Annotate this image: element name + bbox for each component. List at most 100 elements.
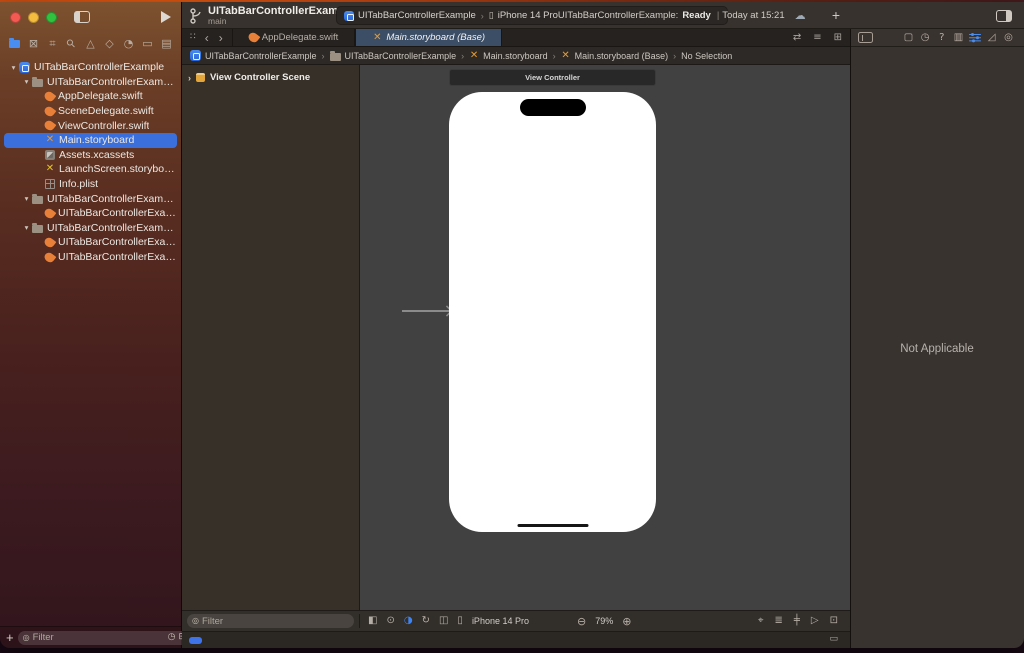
file-tree-item[interactable]: UITabBarControllerExample… xyxy=(4,250,177,265)
file-name: UITabBarControllerExample… xyxy=(58,207,177,219)
file-name: UITabBarControllerExample xyxy=(47,76,177,88)
file-tree-item[interactable]: ▾UITabBarControllerExampleUI… xyxy=(4,221,177,236)
progress-indicator xyxy=(189,637,202,644)
view-controller-header[interactable]: View Controller xyxy=(449,69,656,86)
project-title-block: UITabBarControllerExample main xyxy=(190,5,354,26)
debug-navigator-icon[interactable]: ◔ xyxy=(120,35,137,51)
editor-options-icon[interactable]: ≡ xyxy=(813,33,821,43)
device-bezel-icon[interactable]: ▯ xyxy=(457,616,463,626)
disclosure-chevron[interactable]: ▾ xyxy=(21,77,32,86)
inspector-tab-bar: ▢ ◷?▥ ◿ ◎ xyxy=(850,29,1024,47)
run-button[interactable] xyxy=(161,11,171,23)
file-inspector-icon[interactable]: ▢ xyxy=(901,30,916,46)
file-tree-item[interactable]: ▾UITabBarControllerExampleTe… xyxy=(4,191,177,206)
file-tree-item[interactable]: SceneDelegate.swift xyxy=(4,104,177,119)
code-review-icon[interactable]: ⇄ xyxy=(793,33,801,43)
breadcrumb-item[interactable]: No Selection xyxy=(681,51,732,61)
file-tree-item[interactable]: ✕LaunchScreen.storyboard xyxy=(4,162,177,177)
breadcrumb-item[interactable]: UITabBarControllerExample xyxy=(190,50,317,61)
issue-navigator-icon[interactable]: △ xyxy=(82,35,99,51)
hide-inspector-icon[interactable] xyxy=(858,32,873,43)
symbol-navigator-icon[interactable]: ⌗ xyxy=(44,35,61,51)
current-branch-label: main xyxy=(208,17,354,26)
file-tree-item[interactable]: ✕Main.storyboard xyxy=(4,133,177,148)
file-tree-item[interactable]: AppDelegate.swift xyxy=(4,89,177,104)
identity-inspector-icon[interactable]: ▥ xyxy=(951,30,966,46)
editor-tab[interactable]: AppDelegate.swift xyxy=(232,29,356,46)
breadcrumb-item[interactable]: ✕Main.storyboard (Base) xyxy=(561,51,669,61)
traffic-light-close[interactable] xyxy=(10,12,21,23)
align-icon[interactable]: ≣ xyxy=(774,616,782,626)
traffic-light-minimize[interactable] xyxy=(28,12,39,23)
navigator-rail: ⊠⌗⚲△◇ ◔ ▭▤ xyxy=(0,32,181,54)
storyboard-canvas[interactable]: View Controller xyxy=(360,65,850,610)
file-tree-item[interactable]: Assets.xcassets xyxy=(4,148,177,163)
file-tree-item[interactable]: ViewController.swift xyxy=(4,118,177,133)
navigator-filter-input[interactable] xyxy=(33,632,165,643)
run-destination[interactable]: iPhone 14 Pro xyxy=(498,10,558,21)
scene-row[interactable]: › View Controller Scene xyxy=(182,72,359,83)
disclosure-chevron[interactable]: › xyxy=(188,73,191,83)
project-navigator-icon[interactable] xyxy=(6,35,23,51)
report-navigator-icon[interactable]: ▤ xyxy=(158,35,175,51)
view-controller-icon xyxy=(196,73,205,82)
sidebar-toggle-icon[interactable] xyxy=(74,11,90,23)
add-constraints-icon[interactable]: ╪ xyxy=(794,616,800,626)
file-tree-item[interactable]: Info.plist xyxy=(4,177,177,192)
initial-view-controller-arrow[interactable] xyxy=(402,310,451,312)
history-inspector-icon: ◷ xyxy=(921,33,930,43)
canvas-device-label[interactable]: iPhone 14 Pro xyxy=(472,616,529,626)
attributes-inspector-icon[interactable] xyxy=(968,30,983,46)
orientation-icon[interactable]: ↻ xyxy=(422,616,430,626)
embed-icon[interactable]: ⊡ xyxy=(830,616,838,626)
safe-area-icon[interactable]: ⊙ xyxy=(386,616,394,626)
editor-tab[interactable]: ✕Main.storyboard (Base) xyxy=(355,29,502,46)
status-project: UITabBarControllerExample: xyxy=(558,10,678,21)
add-file-button[interactable]: + xyxy=(6,630,14,645)
disclosure-chevron[interactable]: ▾ xyxy=(21,223,32,232)
find-navigator-icon[interactable]: ⚲ xyxy=(63,35,80,51)
inspector-toggle-icon[interactable] xyxy=(996,10,1012,22)
help-inspector-icon[interactable]: ? xyxy=(934,30,949,46)
swift-file-icon xyxy=(43,104,57,117)
outline-filter[interactable]: ◎ xyxy=(187,614,354,628)
related-items-icon[interactable]: ∷ xyxy=(190,33,196,42)
breakpoint-navigator-icon[interactable]: ▭ xyxy=(139,35,156,51)
zoom-out-button[interactable]: ⊖ xyxy=(577,616,586,627)
file-tree-item[interactable]: UITabBarControllerExample… xyxy=(4,235,177,250)
file-name: UITabBarControllerExample… xyxy=(58,251,177,263)
outline-filter-area: ◎ xyxy=(182,614,360,628)
resolve-layout-icon[interactable]: ▷ xyxy=(811,616,819,626)
breadcrumb-item[interactable]: UITabBarControllerExample xyxy=(330,51,457,61)
back-button[interactable]: ‹ xyxy=(205,31,209,45)
file-tree-item[interactable]: UITabBarControllerExample… xyxy=(4,206,177,221)
add-editor-icon[interactable]: ⊞ xyxy=(834,33,842,43)
file-tree-item[interactable]: ▾UITabBarControllerExample xyxy=(4,60,177,75)
view-controller-view[interactable] xyxy=(449,92,656,532)
forward-button[interactable]: › xyxy=(219,31,223,45)
history-inspector-icon[interactable]: ◷ xyxy=(918,30,933,46)
connections-inspector-icon: ◎ xyxy=(1004,33,1013,43)
appearance-toggle-icon[interactable]: ◑ xyxy=(404,616,413,626)
outline-filter-input[interactable] xyxy=(202,616,349,627)
debug-navigator-icon: ◔ xyxy=(124,38,134,49)
cloud-status-icon[interactable]: ☁ xyxy=(795,10,806,21)
variants-icon[interactable]: ◫ xyxy=(439,616,448,626)
size-inspector-icon[interactable]: ◿ xyxy=(984,30,999,46)
disclosure-chevron[interactable]: ▾ xyxy=(8,63,19,72)
navigator-filter[interactable]: ◎ ◷ ⊟ xyxy=(18,631,191,645)
disclosure-chevron[interactable]: ▾ xyxy=(21,194,32,203)
test-navigator-icon[interactable]: ◇ xyxy=(101,35,118,51)
update-frames-icon[interactable]: ⌖ xyxy=(758,616,764,626)
editor-sidebar-toggle-icon[interactable]: ◧ xyxy=(368,616,377,626)
recents-clock-icon[interactable]: ◷ xyxy=(168,633,176,642)
traffic-light-zoom[interactable] xyxy=(46,12,57,23)
connections-inspector-icon[interactable]: ◎ xyxy=(1001,30,1016,46)
source-control-navigator-icon[interactable]: ⊠ xyxy=(25,35,42,51)
breadcrumb-item[interactable]: ✕Main.storyboard xyxy=(469,51,548,61)
file-tree-item[interactable]: ▾ UITabBarControllerExample xyxy=(4,75,177,90)
zoom-level[interactable]: 79% xyxy=(595,616,613,626)
scheme-selector[interactable]: UITabBarControllerExample › ▯ iPhone 14 … xyxy=(344,10,558,21)
zoom-in-button[interactable]: ⊕ xyxy=(622,616,631,627)
add-tab-button[interactable]: + xyxy=(832,7,840,23)
